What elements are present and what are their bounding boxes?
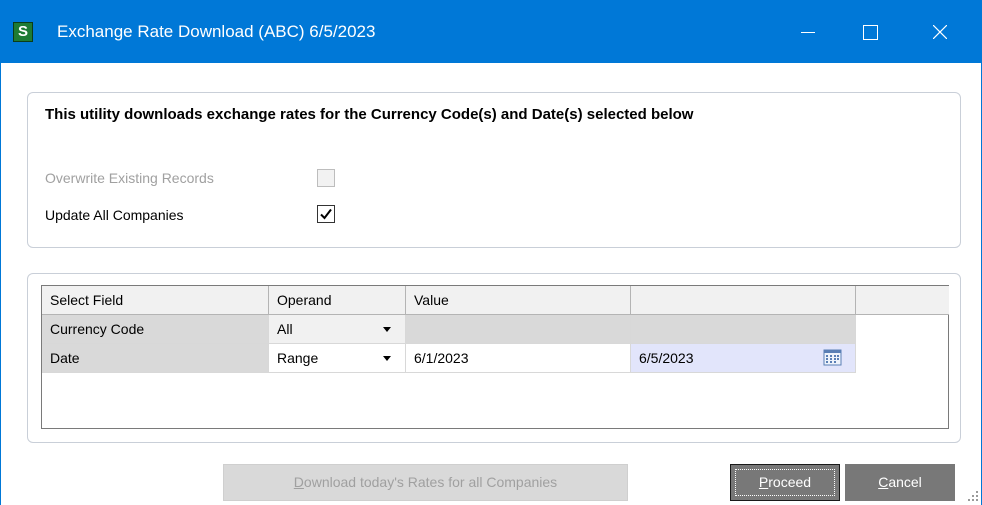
chevron-down-icon[interactable] (369, 344, 404, 372)
utility-description: This utility downloads exchange rates fo… (45, 106, 694, 123)
update-all-companies-label: Update All Companies (45, 207, 184, 223)
checkmark-icon (320, 208, 332, 220)
title-bar[interactable]: S Exchange Rate Download (ABC) 6/5/2023 (1, 0, 982, 63)
column-header-value[interactable]: Value (406, 286, 631, 315)
options-group: This utility downloads exchange rates fo… (27, 92, 961, 248)
value-from-cell (406, 315, 631, 344)
select-field-cell: Date (42, 344, 269, 373)
selection-group: Select Field Operand Value Currency Code… (27, 273, 961, 443)
select-field-cell: Currency Code (42, 315, 269, 344)
maximize-button[interactable] (847, 10, 893, 54)
download-todays-rates-button[interactable]: Download today's Rates for all Companies (223, 464, 628, 501)
overwrite-records-label: Overwrite Existing Records (45, 170, 214, 186)
minimize-button[interactable] (785, 10, 831, 54)
app-logo-icon: S (13, 22, 33, 42)
calendar-icon[interactable] (823, 349, 842, 366)
dialog-window: S Exchange Rate Download (ABC) 6/5/2023 … (0, 0, 982, 505)
value-from-input[interactable]: 6/1/2023 (406, 344, 631, 373)
update-all-companies-checkbox[interactable] (317, 205, 335, 223)
operand-value: All (277, 321, 293, 337)
window-title: Exchange Rate Download (ABC) 6/5/2023 (57, 22, 376, 41)
selection-grid: Select Field Operand Value Currency Code… (41, 285, 949, 429)
value-to-text: 6/5/2023 (639, 350, 694, 366)
proceed-button[interactable]: Proceed (730, 464, 840, 501)
resize-grip-icon[interactable] (965, 488, 979, 502)
cancel-button[interactable]: Cancel (845, 464, 955, 501)
close-button[interactable] (917, 10, 963, 54)
chevron-down-icon[interactable] (369, 315, 404, 343)
value-to-cell (631, 315, 856, 344)
operand-value: Range (277, 350, 319, 366)
download-mnemonic: D (293, 474, 304, 490)
focus-rectangle (735, 469, 835, 496)
value-to-input[interactable]: 6/5/2023 (631, 344, 856, 373)
column-header-select-field[interactable]: Select Field (42, 286, 269, 315)
operand-dropdown[interactable]: Range (269, 344, 406, 373)
column-header-value-to[interactable] (631, 286, 856, 315)
column-header-filler (856, 286, 949, 315)
cancel-label: ancel (888, 474, 922, 490)
operand-dropdown[interactable]: All (269, 315, 406, 344)
cancel-mnemonic: C (878, 474, 889, 490)
download-label: ownload today's Rates for all Companies (303, 474, 558, 490)
overwrite-records-checkbox[interactable] (317, 169, 335, 187)
close-icon (933, 25, 947, 39)
column-header-operand[interactable]: Operand (269, 286, 406, 315)
